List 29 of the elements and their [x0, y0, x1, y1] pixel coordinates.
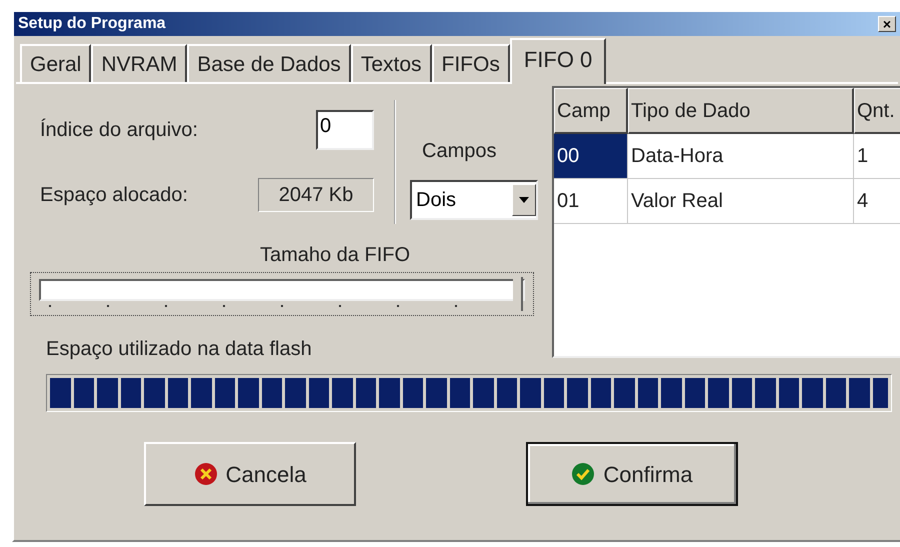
cancel-button[interactable]: Cancela: [144, 442, 356, 506]
tab[interactable]: FIFO 0: [510, 38, 606, 84]
table-cell: 01: [554, 179, 628, 224]
column-header[interactable]: Qnt.: [854, 88, 900, 134]
table-cell: Data-Hora: [628, 134, 854, 179]
confirm-button[interactable]: Confirma: [526, 442, 738, 506]
slider-label: Tamaho da FIFO: [260, 243, 410, 268]
progress-label: Espaço utilizado na data flash: [46, 337, 313, 362]
column-header[interactable]: Tipo de Dado: [628, 88, 854, 134]
tab[interactable]: Geral: [20, 44, 92, 82]
field-label: Espaço alocado:: [40, 183, 188, 208]
data-grid[interactable]: Camp Tipo de Dado Qnt. 00 Data-Hora 1 01 Valor Real 4: [552, 86, 900, 358]
tab[interactable]: FIFOs: [432, 44, 510, 82]
dropdown[interactable]: Dois: [410, 180, 538, 220]
slider[interactable]: [30, 272, 534, 316]
field-label: Campos: [421, 139, 498, 164]
table-cell: Valor Real: [628, 179, 854, 224]
table-cell: 00: [554, 134, 628, 179]
tab[interactable]: Base de Dados: [187, 44, 351, 82]
close-circle-icon: [194, 462, 218, 486]
check-circle-icon: [571, 462, 596, 486]
tab[interactable]: NVRAM: [91, 44, 188, 82]
field-label: Índice do arquivo:: [40, 118, 198, 143]
column-header[interactable]: Camp: [554, 88, 628, 134]
readout-field: 2047 Kb: [258, 178, 374, 212]
window-title: Setup do Programa: [18, 14, 166, 34]
input-field[interactable]: 0: [316, 110, 374, 150]
close-button[interactable]: ×: [878, 16, 896, 32]
tab[interactable]: Textos: [350, 44, 432, 82]
